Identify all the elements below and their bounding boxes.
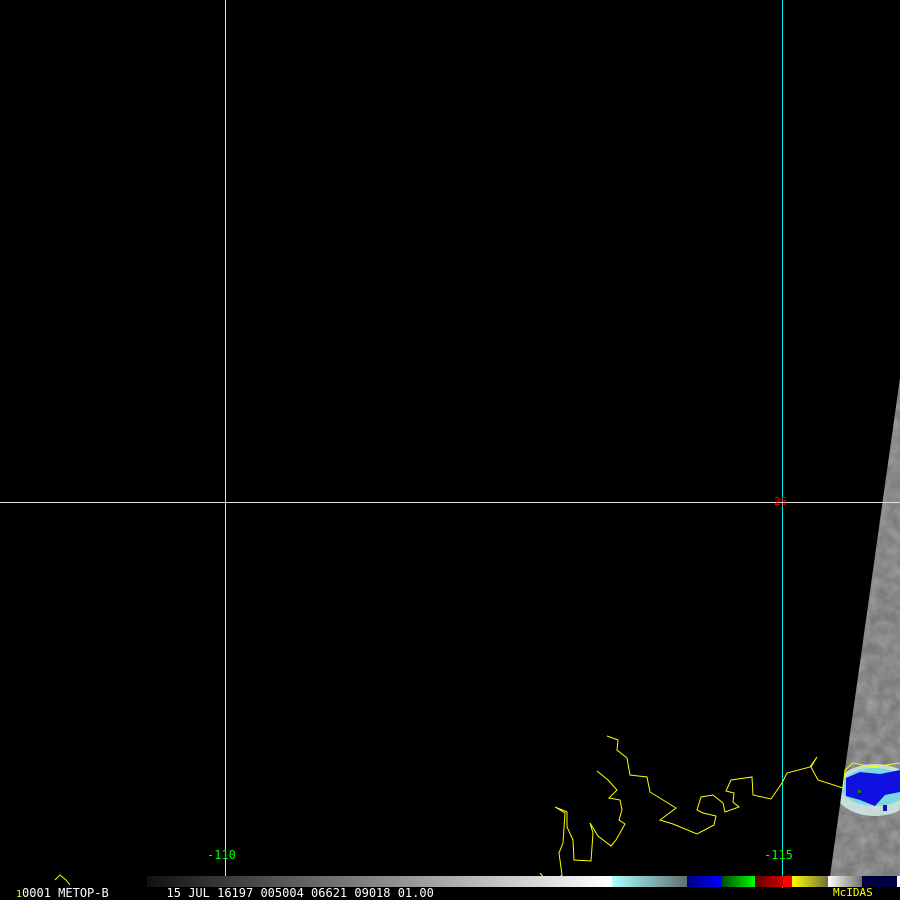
latitude-label-25: 25 — [774, 495, 788, 508]
satellite-map — [0, 0, 900, 888]
satellite-image-viewer: -110 -115 25 10001 METOP-B 15 JUL 16197 … — [0, 0, 900, 900]
coastline — [54, 735, 900, 886]
longitude-label-115: -115 — [764, 848, 793, 862]
longitude-label-110: -110 — [207, 848, 236, 862]
image-metadata: 0001 METOP-B 15 JUL 16197 005004 06621 0… — [22, 886, 434, 900]
mcidas-brand: McIDAS — [833, 886, 873, 899]
satellite-swath — [830, 378, 900, 876]
image-info-line: 10001 METOP-B 15 JUL 16197 005004 06621 … — [16, 887, 434, 900]
